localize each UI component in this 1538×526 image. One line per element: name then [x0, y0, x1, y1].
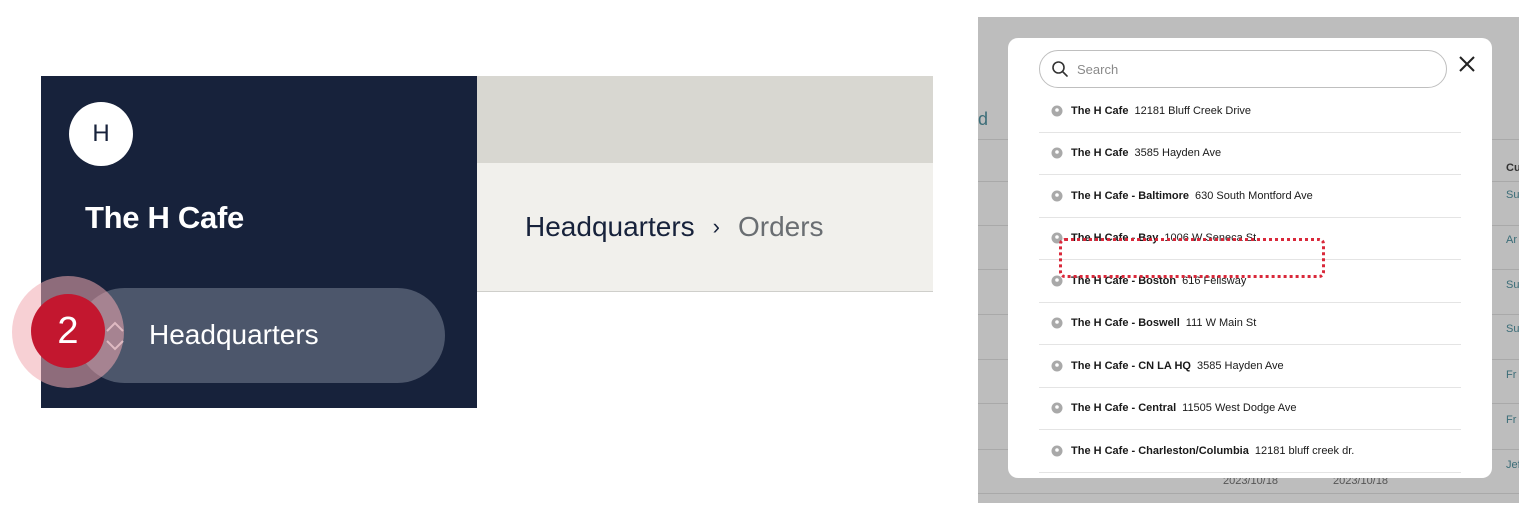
background-cell: Su	[1506, 323, 1519, 335]
background-cell: Ar	[1506, 234, 1517, 246]
location-pin-icon	[1051, 147, 1063, 159]
location-list-item[interactable]: The H Cafe - CN LA HQ 3585 Hayden Ave	[1039, 345, 1461, 388]
location-list-item[interactable]: The H Cafe 3585 Hayden Ave	[1039, 133, 1461, 175]
location-name: The H Cafe - Central	[1071, 402, 1177, 415]
top-bar	[477, 76, 933, 163]
location-list: The H Cafe 12181 Bluff Creek Drive The H C…	[1039, 90, 1461, 473]
highlight-box	[1059, 238, 1325, 278]
background-cell: Fr	[1506, 369, 1517, 381]
location-address: 111 W Main St	[1185, 317, 1257, 330]
location-pin-icon	[1051, 360, 1063, 372]
location-name: The H Cafe	[1071, 104, 1129, 117]
location-list-item[interactable]: The H Cafe 12181 Bluff Creek Drive	[1039, 90, 1461, 133]
org-name: The H Cafe	[85, 200, 244, 235]
background-column-header: Cu	[1506, 162, 1519, 174]
background-cell: Jef	[1506, 459, 1519, 471]
location-list-item[interactable]: The H Cafe - Boswell 111 W Main St	[1039, 303, 1461, 345]
location-list-item[interactable]: The H Cafe - Baltimore 630 South Montford…	[1039, 175, 1461, 218]
breadcrumb-item-headquarters[interactable]: Headquarters	[525, 211, 695, 243]
breadcrumb-item-orders: Orders	[737, 211, 824, 242]
location-name: The H Cafe	[1071, 147, 1129, 160]
location-name: The H Cafe - CN LA HQ	[1071, 359, 1191, 372]
location-address: 12181 Bluff Creek Drive	[1134, 104, 1252, 117]
location-pin-icon	[1051, 402, 1063, 414]
location-switcher-button[interactable]: Headquarters	[77, 288, 445, 383]
background-cell: Su	[1506, 189, 1519, 201]
location-pin-icon	[1051, 190, 1063, 202]
location-list-item[interactable]: The H Cafe - Central 11505 West Dodge Ave	[1039, 388, 1461, 430]
location-address: 3585 Hayden Ave	[1134, 147, 1222, 160]
location-pin-icon	[1051, 105, 1063, 117]
search-box	[1039, 50, 1447, 88]
breadcrumb: Headquarters › Orders	[525, 211, 824, 243]
location-address: 11505 West Dodge Ave	[1182, 402, 1297, 415]
breadcrumb-separator: ›	[712, 214, 720, 239]
breadcrumb-bar: Headquarters › Orders	[477, 163, 933, 292]
location-pin-icon	[1051, 317, 1063, 329]
location-switcher-label: Headquarters	[149, 319, 319, 350]
location-picker-screenshot: d Cu Su Ar Su Su Fr Fr Jef 2023/10/18 20…	[978, 17, 1519, 503]
location-address: 3585 Hayden Ave	[1197, 359, 1284, 372]
location-address: 630 South Montford Ave	[1194, 189, 1313, 202]
background-cell: Su	[1506, 279, 1519, 291]
location-name: The H Cafe - Baltimore	[1071, 189, 1189, 202]
org-avatar[interactable]: H	[69, 102, 133, 166]
step-badge: 2	[31, 294, 105, 368]
background-divider	[978, 493, 1519, 494]
search-input[interactable]	[1077, 59, 1417, 79]
location-pin-icon	[1051, 445, 1063, 457]
close-icon[interactable]	[1457, 54, 1477, 74]
location-address: 12181 bluff creek dr.	[1254, 444, 1355, 457]
location-picker-modal: The H Cafe12181 Bluff Creek DriveThe H C…	[1008, 38, 1492, 478]
location-list-item[interactable]: The H Cafe - Charleston/Columbia 12181 bl…	[1039, 430, 1461, 473]
background-cell: Fr	[1506, 414, 1517, 426]
background-link-fragment: d	[978, 109, 989, 129]
location-name: The H Cafe - Boswell	[1071, 317, 1180, 330]
search-icon	[1052, 61, 1068, 77]
location-name: The H Cafe - Charleston/Columbia	[1071, 444, 1249, 457]
